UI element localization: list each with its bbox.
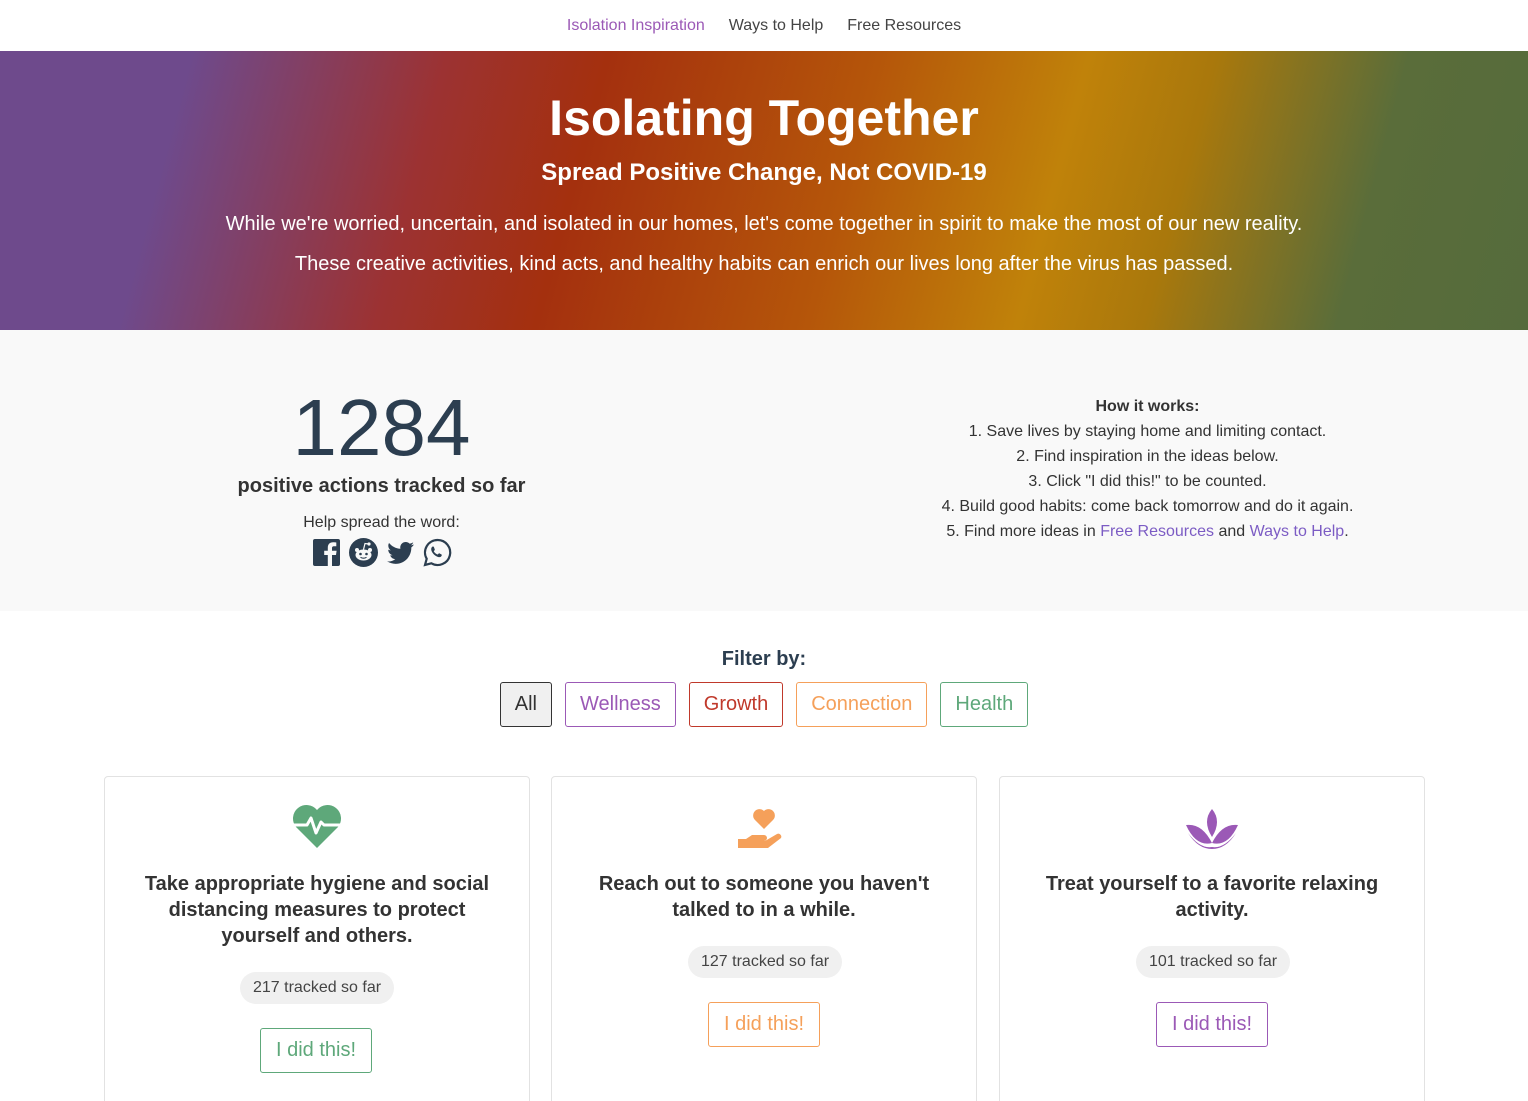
actions-counter: 1284 <box>292 383 471 472</box>
nav-ways-to-help[interactable]: Ways to Help <box>729 17 824 35</box>
hero-banner: Isolating Together Spread Positive Chang… <box>0 51 1528 330</box>
how-step-5-and: and <box>1218 523 1246 540</box>
filter-wellness-button[interactable]: Wellness <box>564 682 676 727</box>
activity-card: Treat yourself to a favorite relaxing ac… <box>999 776 1425 1101</box>
facebook-icon[interactable] <box>311 537 342 568</box>
hand-heart-icon <box>736 803 792 858</box>
spread-word-label: Help spread the word: <box>303 514 460 531</box>
stats-section: 1284 positive actions tracked so far Hel… <box>0 330 1528 611</box>
filter-label: Filter by: <box>721 648 807 670</box>
how-it-works: How it works: 1. Save lives by staying h… <box>870 394 1425 544</box>
tracked-count-badge: 217 tracked so far <box>240 972 395 1004</box>
top-nav: Isolation Inspiration Ways to Help Free … <box>0 0 1528 51</box>
filter-connection-button[interactable]: Connection <box>796 682 928 727</box>
how-step-5-prefix: 5. Find more ideas in <box>946 523 1096 540</box>
filter-health-button[interactable]: Health <box>940 682 1029 727</box>
hero-subtitle: Spread Positive Change, Not COVID-19 <box>541 159 987 186</box>
filter-all-button[interactable]: All <box>499 682 552 727</box>
heartbeat-icon <box>292 803 342 854</box>
tracked-count-badge: 127 tracked so far <box>688 946 843 978</box>
ways-to-help-link[interactable]: Ways to Help <box>1250 523 1345 540</box>
card-title: Take appropriate hygiene and social dist… <box>144 873 490 947</box>
social-share-icons <box>311 537 453 568</box>
i-did-this-button[interactable]: I did this! <box>260 1028 373 1073</box>
free-resources-link[interactable]: Free Resources <box>1100 523 1214 540</box>
lotus-icon <box>1184 803 1240 854</box>
whatsapp-icon[interactable] <box>422 537 453 568</box>
reddit-icon[interactable] <box>348 537 379 568</box>
nav-isolation-inspiration[interactable]: Isolation Inspiration <box>567 17 705 35</box>
twitter-icon[interactable] <box>385 537 416 568</box>
nav-free-resources[interactable]: Free Resources <box>847 17 961 35</box>
hero-intro-line-2: These creative activities, kind acts, an… <box>294 253 1234 275</box>
how-step-4: 4. Build good habits: come back tomorrow… <box>941 498 1354 515</box>
i-did-this-button[interactable]: I did this! <box>708 1002 821 1047</box>
hero-intro-line-1: While we're worried, uncertain, and isol… <box>225 213 1303 235</box>
card-title: Reach out to someone you haven't talked … <box>598 873 930 921</box>
how-step-5: 5. Find more ideas in Free Resources and… <box>870 519 1425 544</box>
filter-growth-button[interactable]: Growth <box>688 682 784 727</box>
how-it-works-heading: How it works: <box>1095 398 1200 415</box>
how-step-2: 2. Find inspiration in the ideas below. <box>1016 448 1279 465</box>
how-step-5-suffix: . <box>1344 523 1349 540</box>
how-step-3: 3. Click "I did this!" to be counted. <box>1028 473 1267 490</box>
i-did-this-button[interactable]: I did this! <box>1156 1002 1269 1047</box>
how-step-1: 1. Save lives by staying home and limiti… <box>968 423 1327 440</box>
hero-title: Isolating Together <box>549 90 979 146</box>
tracked-count-badge: 101 tracked so far <box>1136 946 1291 978</box>
filter-buttons: All Wellness Growth Connection Health <box>0 682 1528 727</box>
actions-counter-label: positive actions tracked so far <box>237 475 526 497</box>
activity-card: Reach out to someone you haven't talked … <box>551 776 977 1101</box>
card-title: Treat yourself to a favorite relaxing ac… <box>1045 873 1379 921</box>
activity-card: Take appropriate hygiene and social dist… <box>104 776 530 1101</box>
